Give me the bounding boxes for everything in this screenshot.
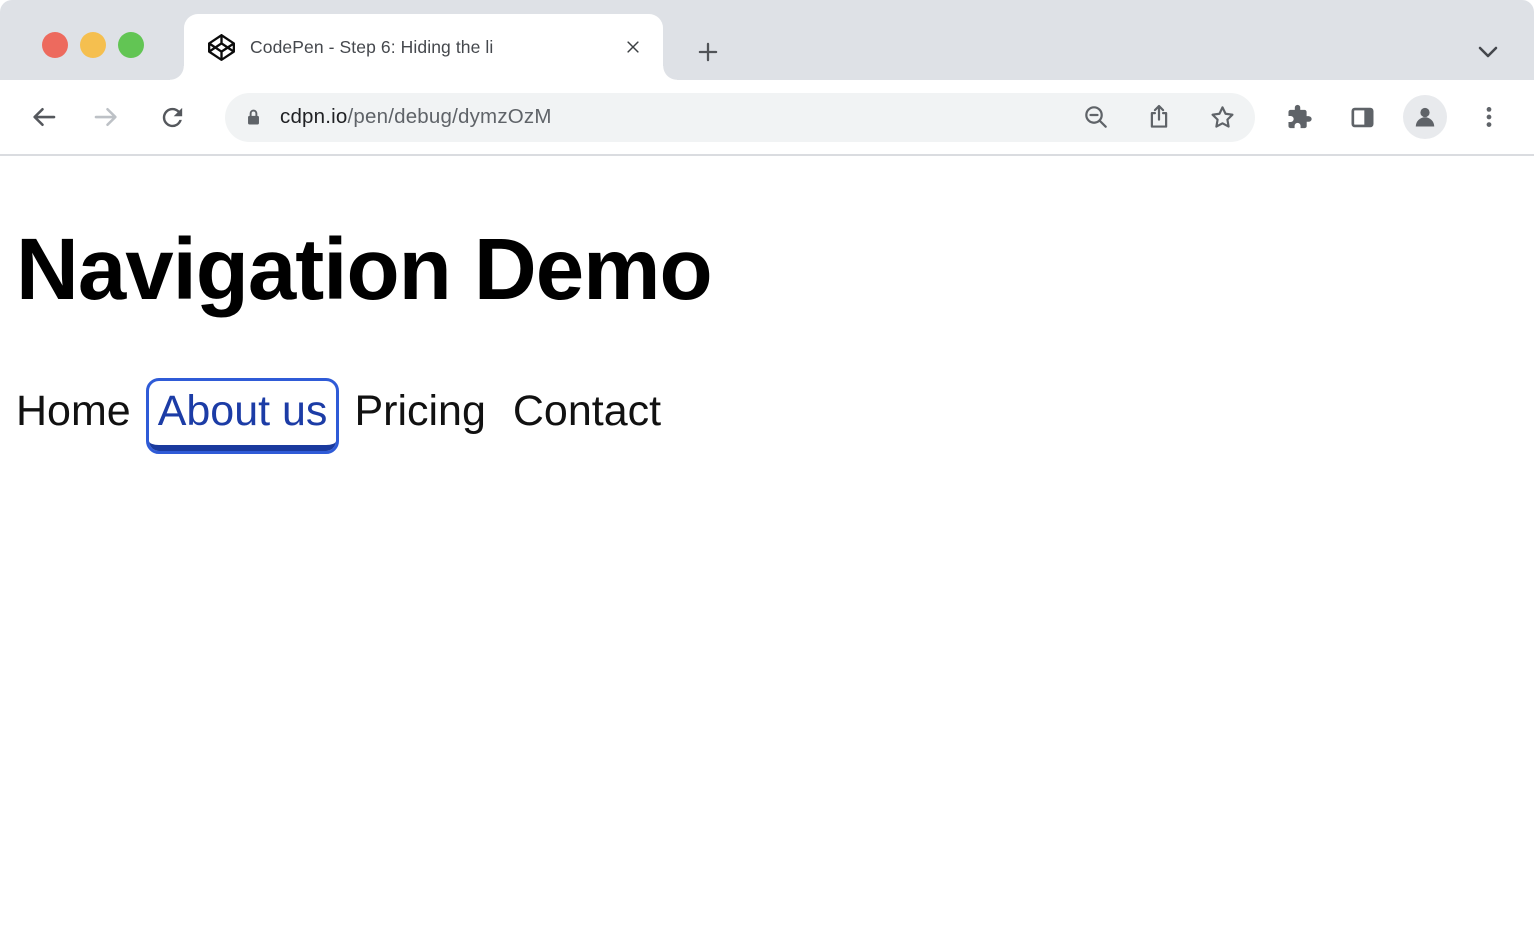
side-panel-icon	[1348, 103, 1377, 132]
minimize-window-button[interactable]	[80, 32, 106, 58]
plus-icon	[695, 39, 721, 65]
magnifier-minus-icon	[1082, 103, 1110, 131]
new-tab-button[interactable]	[691, 35, 725, 69]
reload-icon	[158, 103, 187, 132]
fullscreen-window-button[interactable]	[118, 32, 144, 58]
side-panel-button[interactable]	[1338, 93, 1386, 141]
profile-avatar-button[interactable]	[1403, 95, 1447, 139]
share-icon	[1145, 103, 1173, 131]
person-icon	[1410, 102, 1440, 132]
back-button[interactable]	[20, 93, 68, 141]
url-path: /pen/debug/dymzOzM	[348, 105, 552, 128]
nav-link-about-us[interactable]: About us	[149, 381, 337, 451]
share-button[interactable]	[1136, 94, 1182, 140]
forward-button	[82, 93, 130, 141]
arrow-left-icon	[29, 102, 59, 132]
page-content: Navigation Demo Home About us Pricing Co…	[0, 226, 1534, 442]
nav-link-contact[interactable]: Contact	[513, 387, 661, 436]
three-dot-menu-icon	[1476, 104, 1502, 130]
tab-title: CodePen - Step 6: Hiding the li	[250, 37, 617, 58]
reload-button[interactable]	[148, 93, 196, 141]
puzzle-icon	[1284, 103, 1313, 132]
window-controls	[42, 32, 144, 58]
chevron-down-icon	[1476, 44, 1500, 60]
url-host: cdpn.io	[280, 105, 348, 128]
star-icon	[1208, 103, 1237, 132]
address-bar[interactable]: cdpn.io/pen/debug/dymzOzM	[225, 93, 1255, 142]
close-window-button[interactable]	[42, 32, 68, 58]
nav-link-home[interactable]: Home	[16, 387, 131, 436]
bookmark-star-button[interactable]	[1199, 94, 1245, 140]
url-text: cdpn.io/pen/debug/dymzOzM	[280, 105, 552, 129]
lock-icon	[242, 106, 265, 129]
nav-link-pricing[interactable]: Pricing	[354, 387, 485, 436]
codepen-icon	[208, 34, 235, 61]
extensions-button[interactable]	[1274, 93, 1322, 141]
zoom-out-button[interactable]	[1073, 94, 1119, 140]
browser-window: CodePen - Step 6: Hiding the li cdpn.io/…	[0, 0, 1534, 950]
browser-tab[interactable]: CodePen - Step 6: Hiding the li	[184, 14, 663, 80]
arrow-right-icon	[91, 102, 121, 132]
tab-bar: CodePen - Step 6: Hiding the li	[0, 0, 1534, 80]
browser-toolbar: cdpn.io/pen/debug/dymzOzM	[0, 80, 1534, 156]
main-nav: Home About us Pricing Contact	[16, 387, 1518, 442]
browser-menu-button[interactable]	[1465, 93, 1513, 141]
page-title: Navigation Demo	[16, 226, 1518, 313]
tab-close-icon[interactable]	[617, 31, 649, 63]
tab-list-chevron-button[interactable]	[1470, 40, 1506, 64]
